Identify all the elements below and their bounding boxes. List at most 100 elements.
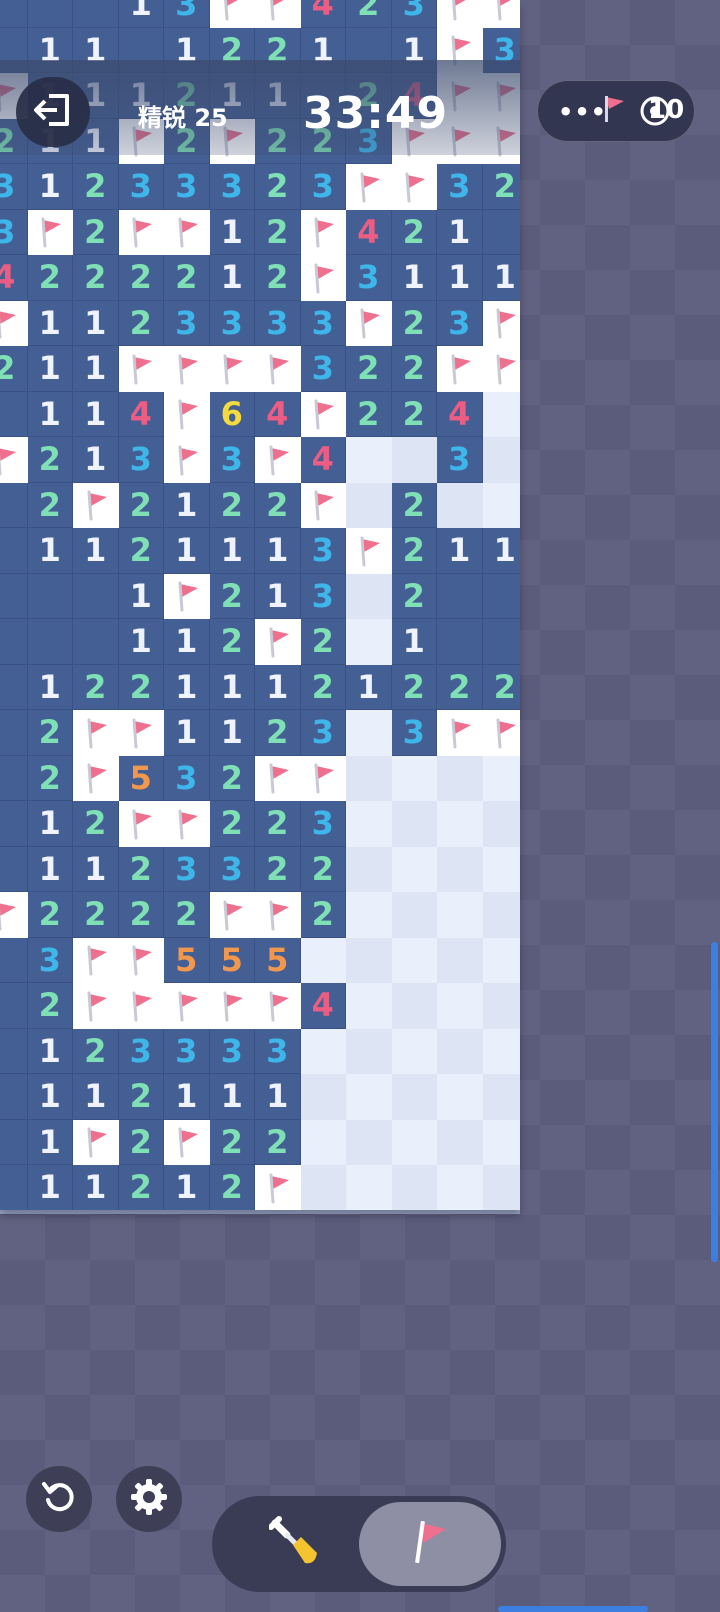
number-cell[interactable]: 3 <box>300 300 346 346</box>
empty-cell[interactable] <box>27 573 73 619</box>
empty-cell[interactable] <box>437 573 483 619</box>
unrevealed-cell[interactable] <box>346 846 392 892</box>
number-cell[interactable]: 5 <box>118 755 164 801</box>
unrevealed-cell[interactable] <box>391 892 437 938</box>
minesweeper-board[interactable]: 1342311122113111211242112223312333233232… <box>0 0 520 1210</box>
empty-cell[interactable] <box>0 983 28 1029</box>
empty-cell[interactable] <box>73 0 119 28</box>
unrevealed-cell[interactable] <box>346 801 392 847</box>
empty-cell[interactable] <box>0 619 28 665</box>
unrevealed-cell[interactable] <box>437 937 483 983</box>
unrevealed-cell[interactable] <box>346 437 392 483</box>
number-cell[interactable]: 2 <box>300 846 346 892</box>
scrollbar[interactable] <box>711 942 718 1262</box>
number-cell[interactable]: 3 <box>164 0 210 28</box>
number-cell[interactable]: 3 <box>255 300 301 346</box>
number-cell[interactable]: 1 <box>73 528 119 574</box>
number-cell[interactable]: 2 <box>391 482 437 528</box>
number-cell[interactable]: 2 <box>255 255 301 301</box>
flag-cell[interactable] <box>255 0 301 28</box>
number-cell[interactable]: 2 <box>391 528 437 574</box>
unrevealed-cell[interactable] <box>346 1165 392 1210</box>
number-cell[interactable]: 1 <box>255 664 301 710</box>
flag-cell[interactable] <box>118 209 164 255</box>
number-cell[interactable]: 2 <box>482 164 520 210</box>
number-cell[interactable]: 2 <box>118 528 164 574</box>
unrevealed-cell[interactable] <box>391 983 437 1029</box>
number-cell[interactable]: 3 <box>0 209 28 255</box>
flag-cell[interactable] <box>255 437 301 483</box>
number-cell[interactable]: 5 <box>255 937 301 983</box>
empty-cell[interactable] <box>0 482 28 528</box>
flag-cell[interactable] <box>437 346 483 392</box>
number-cell[interactable]: 2 <box>209 573 255 619</box>
number-cell[interactable]: 2 <box>255 1119 301 1165</box>
unrevealed-cell[interactable] <box>437 1119 483 1165</box>
number-cell[interactable]: 2 <box>73 164 119 210</box>
flag-cell[interactable] <box>391 164 437 210</box>
number-cell[interactable]: 2 <box>27 482 73 528</box>
unrevealed-cell[interactable] <box>300 1028 346 1074</box>
number-cell[interactable]: 1 <box>482 255 520 301</box>
flag-cell[interactable] <box>255 346 301 392</box>
number-cell[interactable]: 1 <box>164 528 210 574</box>
unrevealed-cell[interactable] <box>437 1074 483 1120</box>
number-cell[interactable]: 1 <box>164 1074 210 1120</box>
empty-cell[interactable] <box>0 0 28 28</box>
number-cell[interactable]: 1 <box>164 664 210 710</box>
number-cell[interactable]: 1 <box>391 255 437 301</box>
number-cell[interactable]: 2 <box>391 346 437 392</box>
flag-cell[interactable] <box>73 710 119 756</box>
unrevealed-cell[interactable] <box>437 801 483 847</box>
number-cell[interactable]: 1 <box>27 1119 73 1165</box>
number-cell[interactable]: 2 <box>73 255 119 301</box>
unrevealed-cell[interactable] <box>391 1074 437 1120</box>
number-cell[interactable]: 2 <box>27 710 73 756</box>
flag-cell[interactable] <box>437 710 483 756</box>
number-cell[interactable]: 2 <box>73 664 119 710</box>
unrevealed-cell[interactable] <box>482 937 520 983</box>
number-cell[interactable]: 2 <box>300 664 346 710</box>
number-cell[interactable]: 2 <box>73 892 119 938</box>
empty-cell[interactable] <box>0 391 28 437</box>
number-cell[interactable]: 2 <box>73 209 119 255</box>
number-cell[interactable]: 1 <box>391 619 437 665</box>
flag-cell[interactable] <box>118 710 164 756</box>
number-cell[interactable]: 1 <box>437 528 483 574</box>
number-cell[interactable]: 3 <box>209 300 255 346</box>
unrevealed-cell[interactable] <box>482 1165 520 1210</box>
number-cell[interactable]: 2 <box>73 1028 119 1074</box>
unrevealed-cell[interactable] <box>346 619 392 665</box>
number-cell[interactable]: 2 <box>391 664 437 710</box>
number-cell[interactable]: 2 <box>209 482 255 528</box>
unrevealed-cell[interactable] <box>482 482 520 528</box>
number-cell[interactable]: 4 <box>118 391 164 437</box>
number-cell[interactable]: 1 <box>73 1165 119 1210</box>
number-cell[interactable]: 2 <box>209 755 255 801</box>
unrevealed-cell[interactable] <box>391 846 437 892</box>
number-cell[interactable]: 3 <box>391 0 437 28</box>
empty-cell[interactable] <box>0 1074 28 1120</box>
flag-cell[interactable] <box>300 391 346 437</box>
flag-cell[interactable] <box>209 983 255 1029</box>
number-cell[interactable]: 3 <box>164 755 210 801</box>
flag-cell[interactable] <box>73 1119 119 1165</box>
unrevealed-cell[interactable] <box>482 1074 520 1120</box>
dig-mode-button[interactable] <box>238 1502 354 1586</box>
number-cell[interactable]: 3 <box>209 1028 255 1074</box>
unrevealed-cell[interactable] <box>482 801 520 847</box>
unrevealed-cell[interactable] <box>300 937 346 983</box>
number-cell[interactable]: 4 <box>346 209 392 255</box>
number-cell[interactable]: 2 <box>118 1074 164 1120</box>
number-cell[interactable]: 3 <box>118 1028 164 1074</box>
number-cell[interactable]: 2 <box>391 391 437 437</box>
number-cell[interactable]: 3 <box>437 164 483 210</box>
unrevealed-cell[interactable] <box>437 755 483 801</box>
number-cell[interactable]: 1 <box>27 528 73 574</box>
number-cell[interactable]: 1 <box>209 664 255 710</box>
unrevealed-cell[interactable] <box>300 1119 346 1165</box>
unrevealed-cell[interactable] <box>391 1028 437 1074</box>
unrevealed-cell[interactable] <box>482 391 520 437</box>
number-cell[interactable]: 1 <box>255 573 301 619</box>
flag-cell[interactable] <box>255 892 301 938</box>
